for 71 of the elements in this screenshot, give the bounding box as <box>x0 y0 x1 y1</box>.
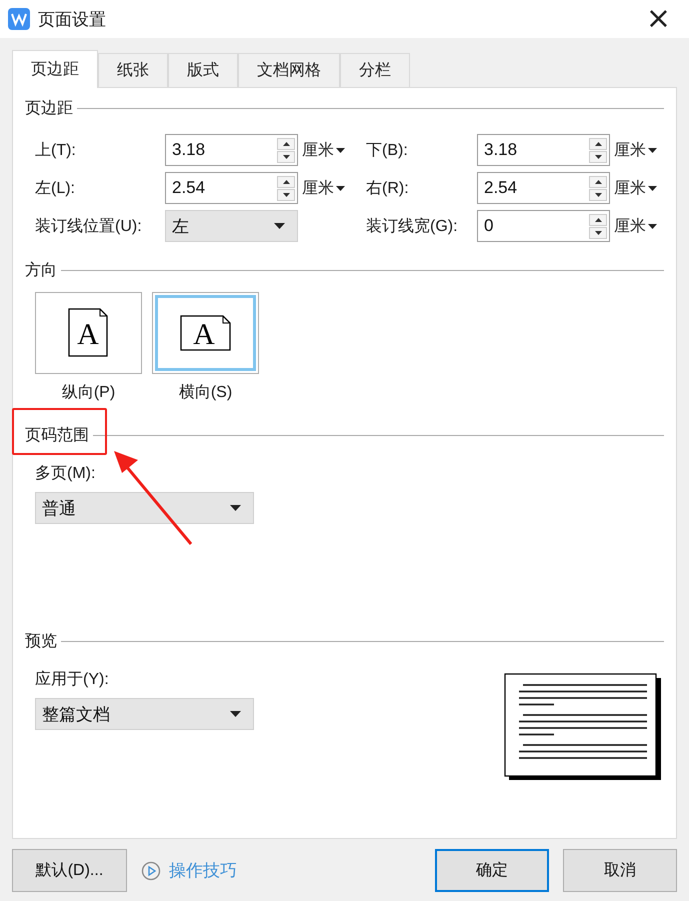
section-title: 方向 <box>25 260 57 280</box>
orientation-button[interactable]: A <box>35 292 142 374</box>
ok-button[interactable]: 确定 <box>435 849 549 892</box>
field-label: 多页(M): <box>35 464 96 484</box>
tab[interactable]: 纸张 <box>98 53 168 87</box>
app-icon <box>8 8 30 30</box>
field-label: 上(T): <box>35 140 77 160</box>
tab[interactable]: 版式 <box>168 53 238 87</box>
window-title: 页面设置 <box>38 8 107 30</box>
caret-icon <box>336 148 345 152</box>
unit-dropdown[interactable]: 厘米 <box>614 140 657 160</box>
tab[interactable]: 页边距 <box>12 50 98 88</box>
tab[interactable]: 文档网格 <box>238 53 340 87</box>
orientation-button[interactable]: A <box>152 292 259 374</box>
spin-down-button[interactable] <box>589 226 607 238</box>
spin-down-button[interactable] <box>277 188 295 200</box>
spin-down-button[interactable] <box>277 150 295 162</box>
down-arrow-icon <box>594 230 602 234</box>
caret-icon <box>230 711 241 717</box>
option-label: 纵向(P) <box>62 383 116 403</box>
section-title: 页边距 <box>25 98 73 118</box>
play-icon <box>141 860 161 880</box>
down-arrow-icon <box>594 154 602 158</box>
spin-up-button[interactable] <box>589 138 607 150</box>
default-button[interactable]: 默认(D)... <box>12 849 127 892</box>
spin-down-button[interactable] <box>589 150 607 162</box>
down-arrow-icon <box>282 192 290 196</box>
spin-field[interactable]: 2.54 <box>477 172 610 204</box>
unit-dropdown[interactable]: 厘米 <box>302 178 345 198</box>
tab[interactable]: 分栏 <box>340 53 410 87</box>
spin-field[interactable]: 3.18 <box>165 134 298 166</box>
caret-icon <box>274 223 285 229</box>
unit-dropdown[interactable]: 厘米 <box>614 216 657 236</box>
down-arrow-icon <box>282 154 290 158</box>
close-button[interactable]: × <box>636 4 681 34</box>
caret-icon <box>648 148 657 152</box>
caret-icon <box>648 224 657 228</box>
spin-down-button[interactable] <box>589 188 607 200</box>
field-label: 下(B): <box>366 140 409 160</box>
spin-field[interactable]: 2.54 <box>165 172 298 204</box>
page-letter: A <box>77 318 99 351</box>
spin-up-button[interactable] <box>277 138 295 150</box>
up-arrow-icon <box>282 180 290 184</box>
caret-icon <box>230 505 241 511</box>
spin-up-button[interactable] <box>589 214 607 226</box>
up-arrow-icon <box>594 218 602 222</box>
field-label: 右(R): <box>366 178 410 198</box>
caret-icon <box>648 186 657 190</box>
spin-field[interactable]: 3.18 <box>477 134 610 166</box>
spin-up-button[interactable] <box>589 176 607 188</box>
field-label: 装订线位置(U): <box>35 216 143 236</box>
up-arrow-icon <box>594 180 602 184</box>
spin-field[interactable]: 0 <box>477 210 610 242</box>
option-label: 横向(S) <box>178 382 232 403</box>
down-arrow-icon <box>594 192 602 196</box>
dropdown[interactable]: 整篇文档 <box>35 698 254 730</box>
up-arrow-icon <box>282 142 290 146</box>
section-title: 页码范围 <box>25 426 89 446</box>
caret-icon <box>336 186 345 190</box>
dropdown[interactable]: 左 <box>165 210 298 242</box>
field-label: 应用于(Y): <box>35 670 109 690</box>
up-arrow-icon <box>594 142 602 146</box>
field-label: 装订线宽(G): <box>366 216 459 236</box>
field-label: 左(L): <box>35 178 76 198</box>
dropdown[interactable]: 普通 <box>35 492 254 524</box>
spin-up-button[interactable] <box>277 176 295 188</box>
section-title: 预览 <box>25 632 57 652</box>
cancel-button[interactable]: 取消 <box>563 849 677 892</box>
page-letter: A <box>192 318 214 350</box>
unit-dropdown[interactable]: 厘米 <box>302 140 345 160</box>
unit-dropdown[interactable]: 厘米 <box>614 178 657 198</box>
